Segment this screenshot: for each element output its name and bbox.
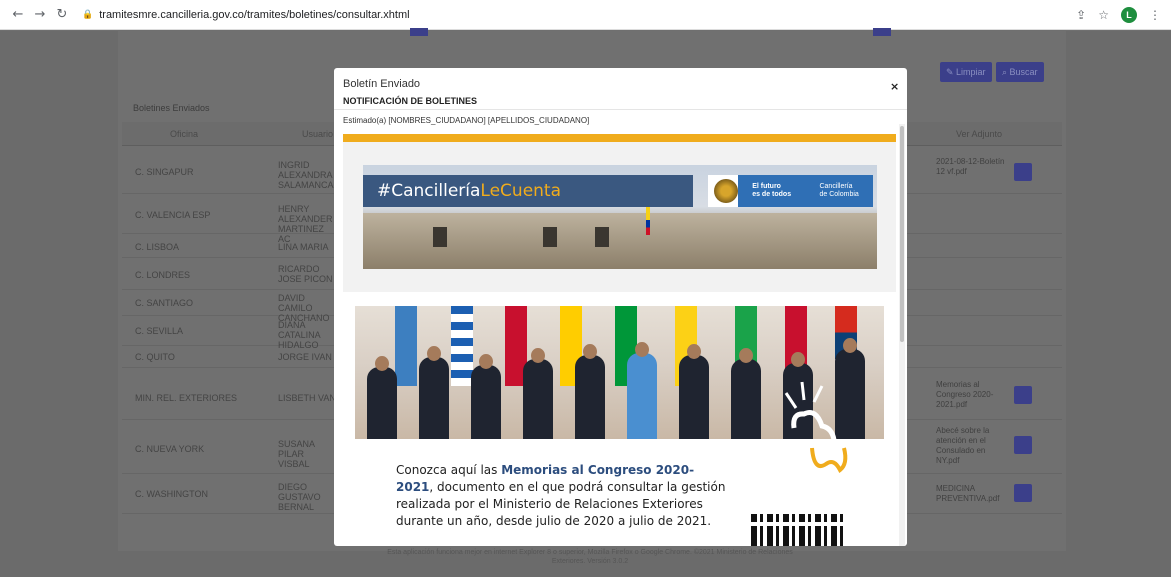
address-bar[interactable]: 🔒 tramitesmre.cancilleria.gov.co/tramite… (82, 9, 410, 21)
profile-avatar[interactable]: L (1121, 6, 1137, 23)
hashtag-banner: #Cancillería LeCuenta (363, 175, 693, 207)
flag-shape (451, 306, 473, 386)
view-attachment-button[interactable] (1014, 484, 1032, 502)
reload-icon[interactable]: ↻ (52, 5, 72, 25)
cancilleria-line2: de Colombia (819, 191, 859, 198)
lock-icon: 🔒 (82, 9, 94, 20)
head-shape (843, 338, 857, 353)
hashtag-prefix: #Cancillería (377, 181, 481, 201)
modal-title: Boletín Enviado (343, 78, 421, 90)
forward-icon[interactable]: → (30, 5, 50, 25)
head-shape (427, 346, 441, 361)
cell-adjunto: MEDICINA PREVENTIVA.pdf (936, 484, 1000, 503)
cell-oficina: C. LONDRES (135, 270, 191, 280)
cell-usuario: SUSANA PILAR VISBAL (278, 439, 315, 469)
broom-icon: ✎ (946, 66, 957, 77)
filter-dropdown-toggle[interactable] (410, 28, 428, 36)
cell-oficina: C. QUITO (135, 352, 175, 362)
menu-icon[interactable]: ⋮ (1149, 8, 1161, 22)
flag-image (646, 205, 650, 235)
view-attachment-button[interactable] (1014, 386, 1032, 404)
column-header-adjunto: Ver Adjunto (956, 129, 1003, 139)
flag-shape (395, 306, 417, 386)
page-footer: Esta aplicación funciona mejor en intern… (387, 549, 793, 565)
window-shape (543, 227, 557, 247)
cell-usuario: JORGE IVAN (278, 352, 332, 362)
cell-adjunto: Abecé sobre la atención en el Consulado … (936, 426, 990, 465)
greeting-text: Estimado(a) [NOMBRES_CIUDADANO] [APELLID… (343, 116, 590, 125)
cell-usuario: INGRID ALEXANDRA SALAMANCA (278, 160, 334, 190)
head-shape (531, 348, 545, 363)
qr-code (751, 514, 843, 546)
back-icon[interactable]: ← (8, 5, 28, 25)
modal-scrollbar-thumb[interactable] (900, 126, 904, 342)
cell-oficina: C. SANTIAGO (135, 298, 194, 308)
head-shape (739, 348, 753, 363)
cell-oficina: C. LISBOA (135, 242, 180, 252)
boletin-modal: Boletín Enviado × NOTIFICACIÓN DE BOLETI… (334, 68, 907, 546)
cell-usuario: LISBETH VAN (278, 393, 336, 403)
person-shape (627, 353, 657, 439)
gov-logo-box: El futuro es de todos Cancillería de Colom… (708, 175, 873, 207)
person-shape (731, 359, 761, 439)
person-shape (471, 365, 501, 439)
section-title: Boletines Enviados (133, 103, 210, 113)
column-header-oficina: Oficina (170, 129, 199, 139)
buscar-label: Buscar (1009, 67, 1038, 77)
person-shape (679, 355, 709, 439)
body-prefix: Conozca aquí las (396, 463, 502, 477)
limpiar-label: Limpiar (956, 67, 986, 77)
browser-toolbar: ← → ↻ 🔒 tramitesmre.cancilleria.gov.co/t… (0, 0, 1171, 30)
limpiar-button[interactable]: ✎ Limpiar (940, 62, 992, 82)
person-shape (523, 359, 553, 439)
head-shape (375, 356, 389, 371)
person-shape (367, 367, 397, 439)
banner-image: #Cancillería LeCuenta El futuro es de todo… (363, 165, 877, 269)
head-shape (583, 344, 597, 359)
person-shape (575, 355, 605, 439)
coat-of-arms-icon (714, 179, 738, 203)
hand-pointer-icon (784, 381, 848, 474)
cell-oficina: C. SINGAPUR (135, 167, 194, 177)
filter-dropdown-toggle-2[interactable] (873, 28, 891, 36)
cell-adjunto: 2021-08-12-Boletín 12 vf.pdf (936, 157, 1005, 176)
qr-code-gap (751, 522, 843, 526)
url-text: tramitesmre.cancilleria.gov.co/tramites/… (99, 8, 410, 21)
gov-line1: El futuro (752, 183, 781, 190)
window-shape (595, 227, 609, 247)
cancilleria-line1: Cancillería (819, 183, 853, 190)
memorias-text: Conozca aquí las Memorias al Congreso 20… (396, 462, 726, 530)
modal-subtitle: NOTIFICACIÓN DE BOLETINES (343, 96, 478, 106)
cell-usuario: DIEGO GUSTAVO BERNAL (278, 482, 321, 512)
head-shape (479, 354, 493, 369)
cell-oficina: MIN. REL. EXTERIORES (135, 393, 238, 403)
cell-usuario: RICARDO JOSE PICON (278, 264, 333, 284)
cell-oficina: C. NUEVA YORK (135, 444, 205, 454)
cell-usuario: LINA MARIA (278, 242, 329, 252)
head-shape (791, 352, 805, 367)
star-icon[interactable]: ☆ (1098, 8, 1109, 22)
view-attachment-button[interactable] (1014, 163, 1032, 181)
cell-adjunto: Memorias al Congreso 2020-2021.pdf (936, 380, 994, 409)
accent-bar (343, 134, 896, 142)
gov-line2: es de todos (752, 191, 792, 198)
search-icon: ⌕ (1002, 66, 1010, 77)
divider (334, 109, 907, 110)
cell-oficina: C. WASHINGTON (135, 489, 209, 499)
buscar-button[interactable]: ⌕ Buscar (996, 62, 1044, 82)
share-icon[interactable]: ⇪ (1076, 8, 1086, 22)
window-shape (433, 227, 447, 247)
gov-logo-text: El futuro es de todos Cancillería de Colom… (738, 175, 873, 207)
view-attachment-button[interactable] (1014, 436, 1032, 454)
hashtag-suffix: LeCuenta (480, 181, 562, 201)
head-shape (687, 344, 701, 359)
cell-oficina: C. VALENCIA ESP (135, 210, 211, 220)
head-shape (635, 342, 649, 357)
body-suffix: , documento en el que podrá consultar la… (396, 480, 726, 528)
person-shape (419, 357, 449, 439)
close-icon[interactable]: × (890, 80, 899, 93)
cell-oficina: C. SEVILLA (135, 326, 184, 336)
column-header-usuario: Usuario (302, 129, 334, 139)
